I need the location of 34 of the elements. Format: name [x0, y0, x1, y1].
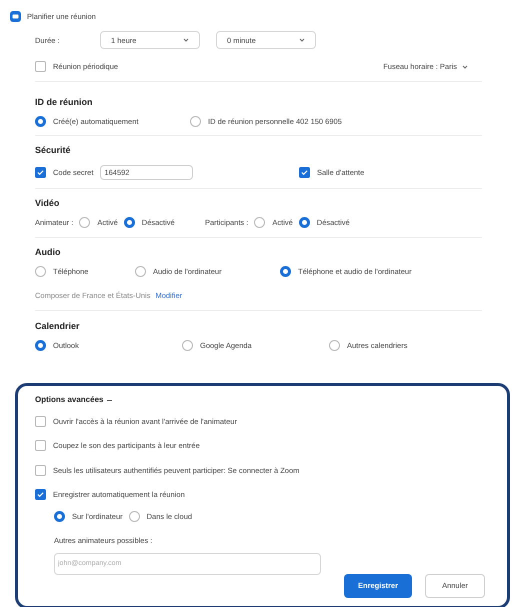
checkmark-icon — [37, 490, 44, 498]
section-title: Calendrier — [35, 320, 81, 332]
section-title: ID de réunion — [35, 96, 94, 108]
checkbox[interactable] — [35, 166, 46, 178]
radio-button[interactable] — [190, 116, 201, 128]
radio-button[interactable] — [254, 217, 266, 228]
checkmark-icon — [301, 168, 308, 176]
radio-button[interactable] — [54, 511, 65, 522]
section-title: Vidéo — [35, 196, 60, 210]
radio-button[interactable] — [35, 340, 46, 352]
advanced-options-toggle[interactable]: Options avancées — [35, 394, 507, 406]
radio-button[interactable] — [35, 266, 46, 278]
checkbox[interactable] — [35, 440, 46, 452]
checkbox[interactable] — [35, 488, 46, 500]
section-title: Sécurité — [35, 144, 72, 158]
radio-button[interactable] — [128, 511, 140, 522]
checkmark-icon — [37, 168, 44, 176]
section-title: Audio — [35, 246, 62, 258]
radio-button[interactable] — [79, 217, 90, 228]
radio-button[interactable] — [35, 116, 46, 128]
chevron-down-icon — [183, 38, 189, 42]
radio-button[interactable] — [135, 266, 146, 278]
chevron-down-icon — [299, 38, 305, 42]
checkbox[interactable] — [35, 61, 46, 72]
radio-button[interactable] — [298, 217, 310, 228]
radio-button[interactable] — [182, 340, 193, 352]
checkbox[interactable] — [299, 166, 310, 178]
checkbox[interactable] — [35, 464, 46, 476]
app-logo-icon — [10, 11, 21, 22]
checkbox[interactable] — [35, 416, 46, 428]
radio-button[interactable] — [124, 217, 135, 228]
chevron-down-icon — [462, 64, 468, 69]
radio-button[interactable] — [329, 340, 340, 352]
radio-button[interactable] — [280, 266, 291, 278]
